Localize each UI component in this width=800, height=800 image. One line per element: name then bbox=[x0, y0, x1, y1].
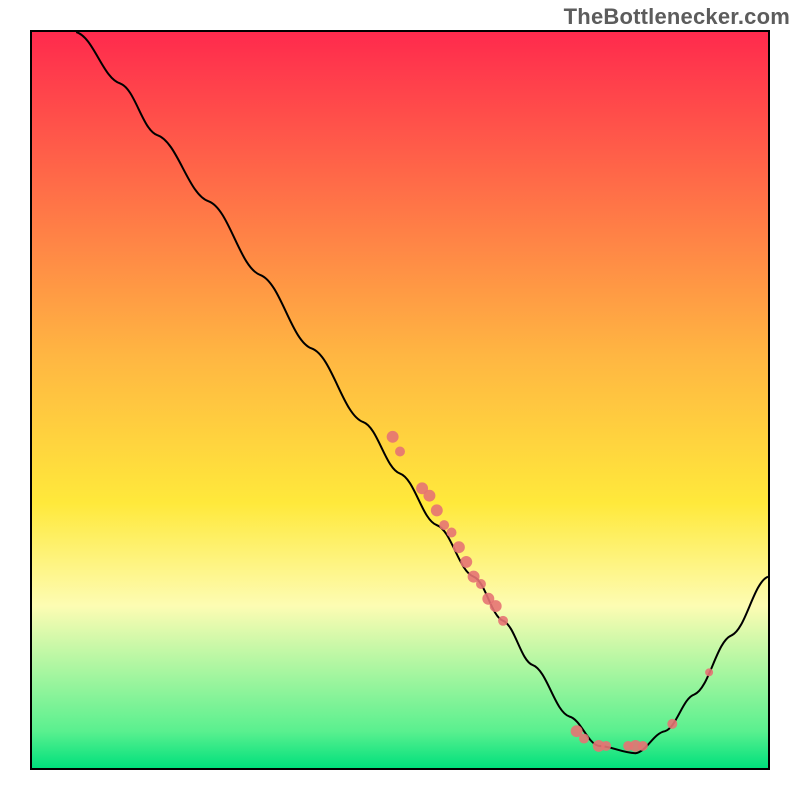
data-point bbox=[387, 431, 399, 443]
data-point bbox=[447, 528, 457, 538]
data-point bbox=[460, 556, 472, 568]
data-point bbox=[423, 490, 435, 502]
data-point bbox=[667, 719, 677, 729]
data-point bbox=[498, 616, 508, 626]
data-point bbox=[453, 541, 465, 553]
watermark-text: TheBottlenecker.com bbox=[564, 4, 790, 30]
data-point bbox=[395, 447, 405, 457]
data-point bbox=[439, 520, 449, 530]
data-point bbox=[490, 600, 502, 612]
data-point bbox=[431, 504, 443, 516]
data-point bbox=[579, 734, 589, 744]
plot-area bbox=[30, 30, 770, 770]
data-points-layer bbox=[32, 32, 768, 768]
chart-frame: TheBottlenecker.com bbox=[0, 0, 800, 800]
data-point bbox=[638, 741, 648, 751]
data-point bbox=[476, 579, 486, 589]
data-point bbox=[601, 741, 611, 751]
data-point bbox=[705, 668, 713, 676]
